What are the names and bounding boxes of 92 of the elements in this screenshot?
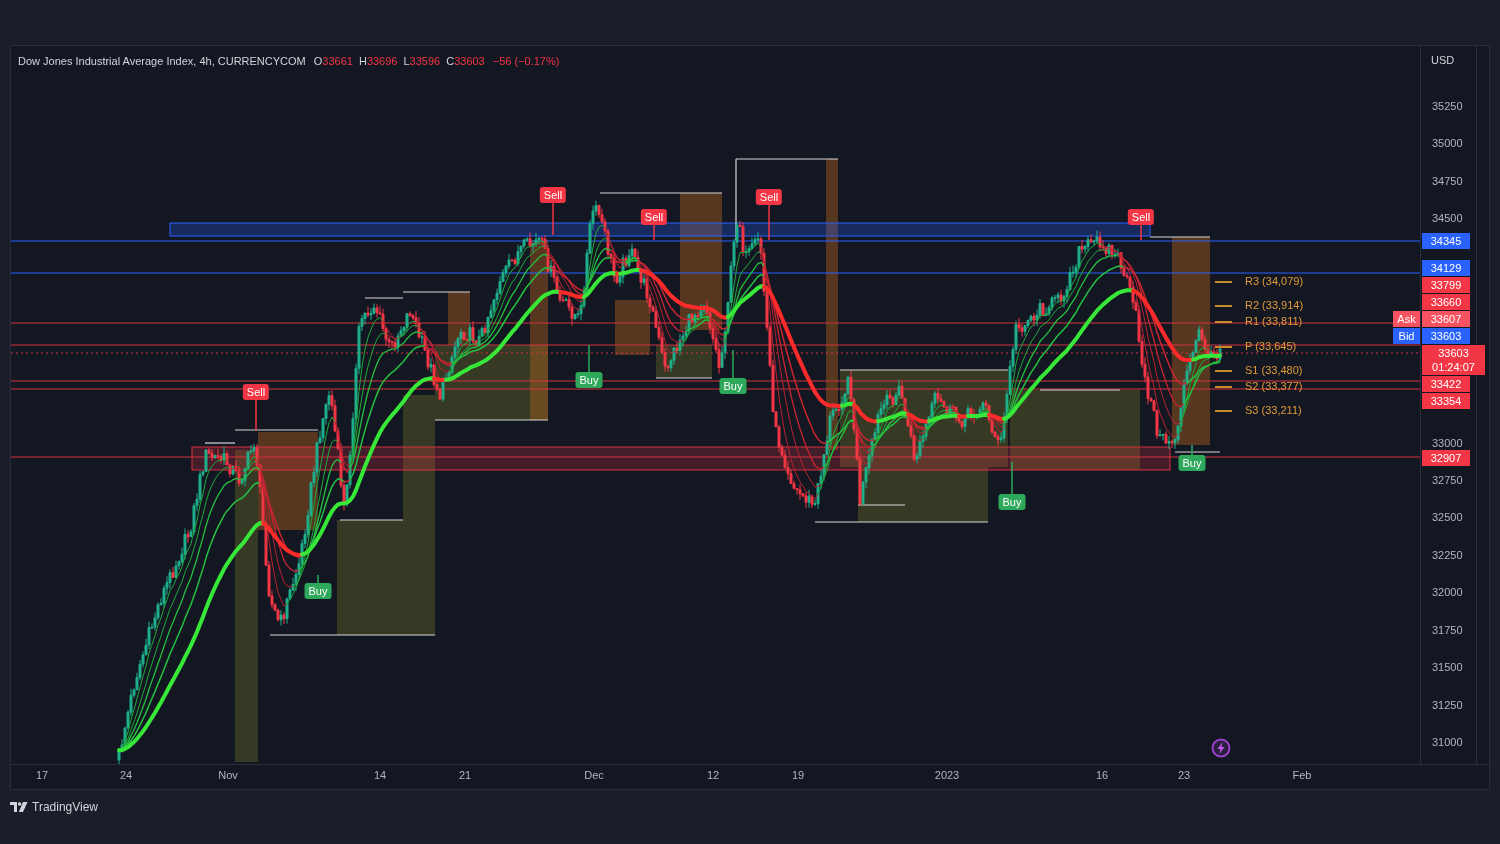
price-tick-label: 34750 (1432, 174, 1463, 188)
sell-signal-label: Sell (539, 187, 567, 203)
pivot-level-label: S1 (33,480) (1245, 363, 1303, 377)
pivot-marker-line (1215, 321, 1232, 323)
time-axis-label: 19 (791, 768, 805, 782)
price-tick-label: 32500 (1432, 510, 1463, 524)
time-axis-label: 23 (1177, 768, 1191, 782)
last-price-label: 33603 (1438, 346, 1469, 360)
price-tick-label: 32750 (1432, 473, 1463, 487)
price-tick-label: 31000 (1432, 735, 1463, 749)
price-tag: 33660 (1422, 294, 1470, 310)
time-axis-label: 17 (35, 768, 49, 782)
range-box (656, 345, 712, 378)
sell-signal-label: Sell (755, 189, 783, 205)
leader-line (653, 224, 655, 241)
pivot-marker-line (1215, 305, 1232, 307)
price-tag: 33422 (1422, 376, 1470, 392)
price-tag: 34345 (1422, 233, 1470, 249)
leader-line (255, 399, 257, 431)
pivot-level-label: R1 (33,811) (1245, 314, 1303, 328)
range-line (339, 519, 404, 521)
buy-signal-label: Buy (304, 583, 332, 599)
buy-signal-label: Buy (719, 378, 747, 394)
price-tick-label: 33000 (1432, 436, 1463, 450)
time-axis-label: Nov (218, 768, 238, 782)
pivot-level-label: R3 (34,079) (1245, 274, 1304, 288)
lightning-icon[interactable] (1211, 738, 1231, 758)
leader-line (1140, 224, 1142, 241)
leader-line (768, 204, 770, 241)
ohlc-value: C33603 (446, 54, 485, 68)
price-change: −56 (−0.17%) (492, 54, 560, 68)
time-axis-label: 12 (706, 768, 720, 782)
pivot-marker-line (1215, 281, 1232, 283)
leader-line (317, 574, 319, 584)
range-line (857, 504, 906, 506)
quote-side-label: Bid (1393, 328, 1420, 344)
currency-label: USD (1431, 53, 1455, 67)
range-line (1174, 451, 1221, 453)
pivot-level-label: S2 (33,377) (1245, 379, 1303, 393)
leader-line (732, 349, 734, 379)
time-axis-label: 14 (373, 768, 387, 782)
leader-line (1191, 444, 1193, 456)
pivot-level-label: R2 (33,914) (1245, 298, 1304, 312)
time-axis-label: Dec (584, 768, 604, 782)
price-tick-label: 35000 (1432, 136, 1463, 150)
buy-signal-label: Buy (1178, 455, 1206, 471)
buy-signal-label: Buy (575, 372, 603, 388)
price-tick-label: 31250 (1432, 698, 1463, 712)
price-tick-label: 34500 (1432, 211, 1463, 225)
price-tag: 33799 (1422, 277, 1470, 293)
brand-name[interactable]: TradingView (32, 800, 99, 814)
ohlc-value: H33696 (358, 54, 398, 68)
leader-line (1011, 461, 1013, 495)
range-line (364, 297, 404, 299)
price-tag: 32907 (1422, 450, 1470, 466)
leader-line (588, 344, 590, 373)
pivot-level-label: S3 (33,211) (1245, 403, 1302, 417)
symbol-title: Dow Jones Industrial Average Index, 4h, CURRENCYCOM (18, 54, 306, 68)
price-tag: 33354 (1422, 393, 1470, 409)
pivot-marker-line (1215, 386, 1232, 388)
price-tick-label: 32250 (1432, 548, 1463, 562)
pivot-marker-line (1215, 410, 1232, 412)
time-axis-label: 2023 (934, 768, 960, 782)
sell-signal-label: Sell (1127, 209, 1155, 225)
price-tag: 33603 (1422, 328, 1470, 344)
time-axis-label: 21 (458, 768, 472, 782)
pivot-level-label: P (33,645) (1245, 339, 1297, 353)
buy-signal-label: Buy (998, 494, 1026, 510)
ohlc-value: O33661 (313, 54, 353, 68)
range-line (1149, 236, 1211, 238)
pivot-marker-line (1215, 370, 1232, 372)
price-tag: 34129 (1422, 260, 1470, 276)
quote-side-label: Ask (1393, 311, 1420, 327)
range-line (402, 291, 471, 293)
logo-icon[interactable] (10, 802, 28, 812)
price-tick-label: 31750 (1432, 623, 1463, 637)
range-line (204, 442, 236, 444)
leader-line (552, 202, 554, 236)
countdown-timer: 01:24:07 (1432, 360, 1475, 374)
price-tick-label: 31500 (1432, 660, 1463, 674)
sell-signal-label: Sell (640, 209, 668, 225)
price-tick-label: 32000 (1432, 585, 1463, 599)
price-tick-label: 35250 (1432, 99, 1463, 113)
range-line (655, 377, 713, 379)
sell-signal-label: Sell (242, 384, 270, 400)
pivot-marker-line (1215, 346, 1232, 348)
time-axis-label: 16 (1095, 768, 1109, 782)
ohlc-value: L33596 (403, 54, 441, 68)
time-axis-label: Feb (1292, 768, 1312, 782)
range-box (615, 300, 650, 355)
price-tag: 33607 (1422, 311, 1470, 327)
time-axis-label: 24 (119, 768, 133, 782)
